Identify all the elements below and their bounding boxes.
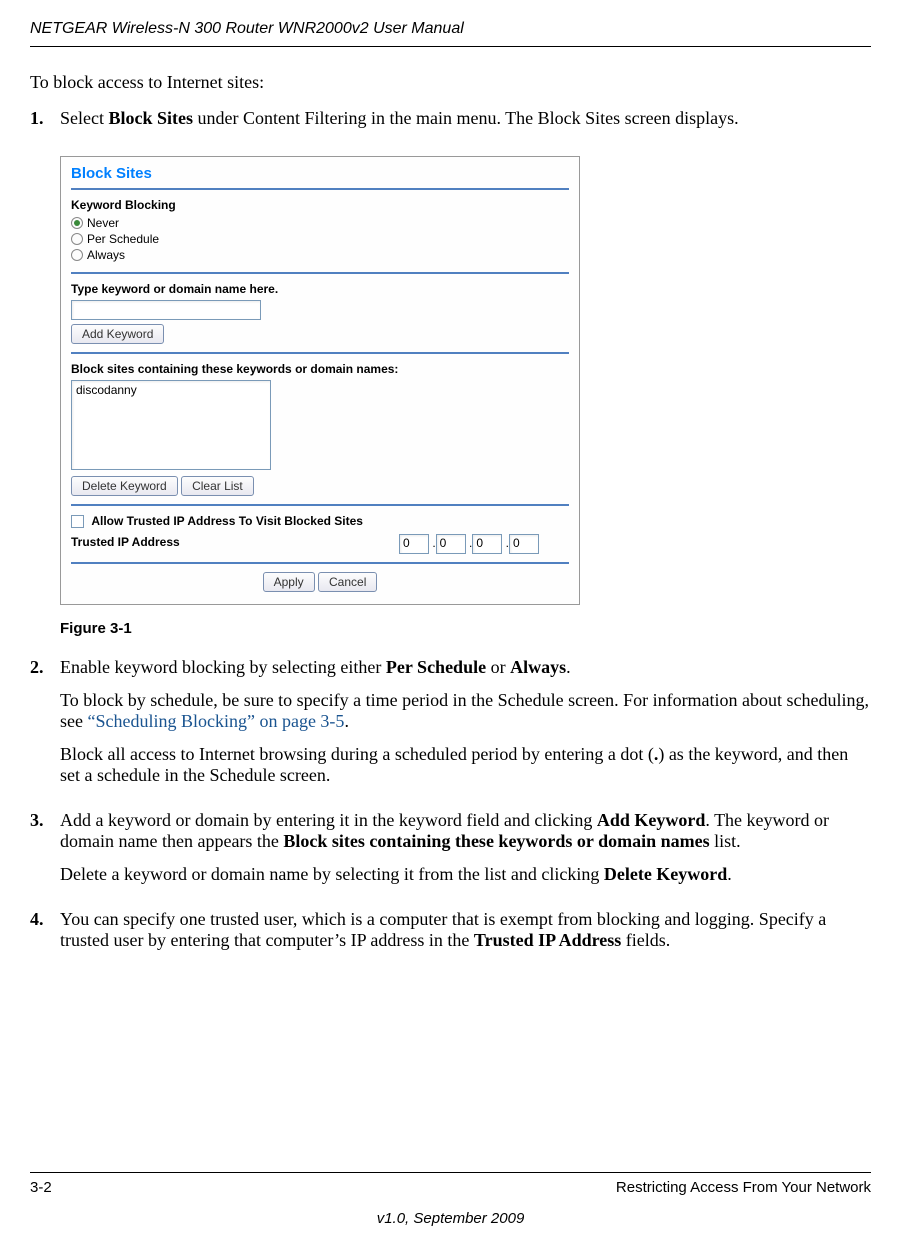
type-keyword-label: Type keyword or domain name here. bbox=[71, 282, 569, 296]
bold: Delete Keyword bbox=[604, 864, 727, 884]
bold: Per Schedule bbox=[386, 657, 486, 677]
figure-label: Figure 3-1 bbox=[60, 620, 871, 637]
step-1-textpart: Select bbox=[60, 108, 108, 128]
step-1-num: 1. bbox=[30, 108, 60, 141]
page-number: 3-2 bbox=[30, 1179, 52, 1196]
list-item[interactable]: discodanny bbox=[76, 383, 266, 397]
page-header-title: NETGEAR Wireless-N 300 Router WNR2000v2 … bbox=[30, 20, 871, 47]
step-1-text: Select Block Sites under Content Filteri… bbox=[60, 108, 871, 129]
text: Block all access to Internet browsing du… bbox=[60, 744, 654, 764]
text: . bbox=[727, 864, 732, 884]
step-2-p2: To block by schedule, be sure to specify… bbox=[60, 690, 871, 732]
add-keyword-button[interactable]: Add Keyword bbox=[71, 324, 164, 344]
keyword-input[interactable] bbox=[71, 300, 261, 320]
ip-field-4[interactable]: 0 bbox=[509, 534, 539, 554]
step-2: 2. Enable keyword blocking by selecting … bbox=[30, 657, 871, 798]
radio-never-label: Never bbox=[87, 216, 119, 230]
step-1-textpart2: under Content Filtering in the main menu… bbox=[193, 108, 739, 128]
bold: Add Keyword bbox=[597, 810, 706, 830]
radio-always-label: Always bbox=[87, 248, 125, 262]
footer-divider bbox=[30, 1172, 871, 1173]
text: Delete a keyword or domain name by selec… bbox=[60, 864, 604, 884]
block-list-label: Block sites containing these keywords or… bbox=[71, 362, 569, 376]
text: Add a keyword or domain by entering it i… bbox=[60, 810, 597, 830]
bold: Block sites containing these keywords or… bbox=[283, 831, 709, 851]
clear-list-button[interactable]: Clear List bbox=[181, 476, 254, 496]
apply-button[interactable]: Apply bbox=[263, 572, 315, 592]
bs-title: Block Sites bbox=[61, 157, 579, 188]
text: You can specify one trusted user, which … bbox=[60, 909, 826, 950]
allow-trusted-checkbox[interactable] bbox=[71, 515, 84, 528]
scheduling-link[interactable]: “Scheduling Blocking” on page 3-5 bbox=[87, 711, 344, 731]
allow-trusted-label: Allow Trusted IP Address To Visit Blocke… bbox=[91, 514, 363, 528]
step-2-num: 2. bbox=[30, 657, 60, 798]
trusted-ip-label: Trusted IP Address bbox=[71, 535, 180, 549]
keyword-listbox[interactable]: discodanny bbox=[71, 380, 271, 470]
step-3: 3. Add a keyword or domain by entering i… bbox=[30, 810, 871, 897]
figure-container: Block Sites Keyword Blocking Never Per S… bbox=[60, 156, 871, 605]
trusted-ip-fields: 0 .0 .0 .0 bbox=[399, 534, 539, 554]
step-1: 1. Select Block Sites under Content Filt… bbox=[30, 108, 871, 141]
ip-field-3[interactable]: 0 bbox=[472, 534, 502, 554]
text: or bbox=[486, 657, 510, 677]
step-2-p3: Block all access to Internet browsing du… bbox=[60, 744, 871, 786]
step-3-p2: Delete a keyword or domain name by selec… bbox=[60, 864, 871, 885]
intro-text: To block access to Internet sites: bbox=[30, 72, 871, 93]
step-4-p1: You can specify one trusted user, which … bbox=[60, 909, 871, 951]
radio-always[interactable] bbox=[71, 249, 83, 261]
section-title: Restricting Access From Your Network bbox=[616, 1179, 871, 1196]
step-3-p1: Add a keyword or domain by entering it i… bbox=[60, 810, 871, 852]
footer-version: v1.0, September 2009 bbox=[30, 1210, 871, 1227]
radio-never[interactable] bbox=[71, 217, 83, 229]
text: . bbox=[344, 711, 349, 731]
bold: Always bbox=[510, 657, 566, 677]
ip-field-2[interactable]: 0 bbox=[436, 534, 466, 554]
bold: Trusted IP Address bbox=[474, 930, 621, 950]
step-4: 4. You can specify one trusted user, whi… bbox=[30, 909, 871, 963]
radio-per-schedule[interactable] bbox=[71, 233, 83, 245]
cancel-button[interactable]: Cancel bbox=[318, 572, 377, 592]
page-footer: 3-2 Restricting Access From Your Network… bbox=[30, 1172, 871, 1227]
delete-keyword-button[interactable]: Delete Keyword bbox=[71, 476, 178, 496]
radio-per-schedule-label: Per Schedule bbox=[87, 232, 159, 246]
keyword-blocking-label: Keyword Blocking bbox=[71, 198, 569, 212]
step-2-p1: Enable keyword blocking by selecting eit… bbox=[60, 657, 871, 678]
step-1-bold: Block Sites bbox=[108, 108, 193, 128]
step-4-num: 4. bbox=[30, 909, 60, 963]
ip-field-1[interactable]: 0 bbox=[399, 534, 429, 554]
text: . bbox=[566, 657, 571, 677]
step-3-num: 3. bbox=[30, 810, 60, 897]
text: fields. bbox=[621, 930, 670, 950]
text: Enable keyword blocking by selecting eit… bbox=[60, 657, 386, 677]
block-sites-screenshot: Block Sites Keyword Blocking Never Per S… bbox=[60, 156, 580, 605]
text: list. bbox=[710, 831, 741, 851]
